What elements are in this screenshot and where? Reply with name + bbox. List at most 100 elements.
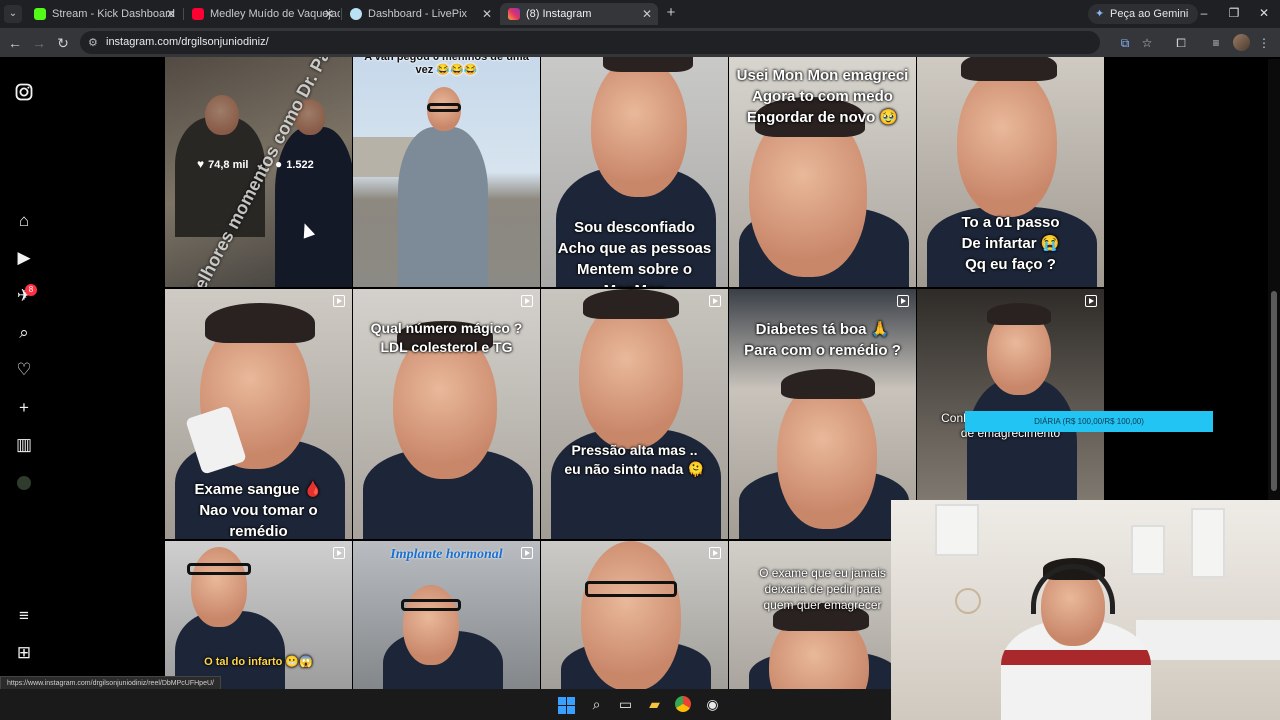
search-icon[interactable]: ⌕ bbox=[14, 323, 34, 343]
minimize-icon[interactable]: – bbox=[1196, 5, 1212, 21]
post-caption: To a 01 passo De infartar 😭 Qq eu faço ? bbox=[961, 214, 1060, 273]
task-view-icon[interactable]: ▭ bbox=[616, 695, 635, 714]
post-tile[interactable]: Implante hormonal bbox=[353, 541, 540, 697]
face bbox=[191, 547, 247, 627]
search-icon[interactable]: ⌕ bbox=[587, 695, 606, 714]
tab-title: Dashboard - LivePix bbox=[368, 8, 468, 20]
heart-icon: ♥ bbox=[197, 157, 205, 171]
create-icon[interactable]: + bbox=[14, 398, 34, 418]
post-tile[interactable]: Pressão alta mas .. eu não sinto nada 🫠 bbox=[541, 289, 728, 539]
forward-arrow-icon[interactable]: → bbox=[30, 34, 48, 52]
post-tile[interactable] bbox=[541, 541, 728, 697]
reels-icon[interactable]: ▶ bbox=[14, 248, 34, 268]
post-caption: Pressão alta mas .. eu não sinto nada 🫠 bbox=[564, 442, 705, 477]
kick-icon bbox=[34, 8, 46, 20]
post-tile[interactable]: O exame que eu jamais deixaria de pedir … bbox=[729, 541, 916, 697]
reading-list-icon[interactable]: ≡ bbox=[1208, 35, 1224, 51]
face bbox=[777, 379, 877, 529]
comments-count: 1.522 bbox=[286, 159, 314, 171]
address-url[interactable]: instagram.com/drgilsonjuniodiniz/ bbox=[106, 31, 269, 54]
glasses bbox=[401, 599, 461, 611]
obs-icon[interactable]: ◉ bbox=[703, 695, 722, 714]
person-silhouette bbox=[398, 127, 488, 287]
gemini-button-label: Peça ao Gemini bbox=[1110, 8, 1189, 20]
face bbox=[579, 299, 683, 449]
post-tile[interactable]: Exame sangue 🩸 Nao vou tomar o remédio V… bbox=[165, 289, 352, 539]
address-bar[interactable]: ⚙ instagram.com/drgilsonjuniodiniz/ bbox=[80, 31, 1100, 54]
donation-goal-bar: DIÁRIA (R$ 100,00/R$ 100,00) bbox=[965, 411, 1213, 432]
reel-icon bbox=[333, 547, 345, 559]
wall-frame bbox=[1131, 525, 1165, 575]
back-arrow-icon[interactable]: ← bbox=[6, 34, 24, 52]
close-icon[interactable]: ✕ bbox=[482, 3, 492, 25]
profile-avatar[interactable] bbox=[14, 473, 34, 493]
dashboard-icon[interactable]: ▥ bbox=[14, 435, 34, 455]
post-tile[interactable]: O tal do infarto 😬😱 bbox=[165, 541, 352, 697]
heart-icon[interactable]: ♡ bbox=[14, 360, 34, 380]
gemini-button[interactable]: ✦ Peça ao Gemini bbox=[1088, 4, 1199, 24]
post-tile[interactable]: Diabetes tá boa 🙏 Para com o remédio ? bbox=[729, 289, 916, 539]
bookmark-star-icon[interactable]: ☆ bbox=[1139, 35, 1155, 51]
tab-kick-dashboard[interactable]: Stream - Kick Dashboard ✕ bbox=[26, 3, 182, 25]
threads-icon[interactable]: ⊞ bbox=[14, 643, 34, 663]
tab-title: Medley Muído de Vaquejada - F bbox=[210, 8, 340, 20]
post-tile[interactable]: Sou desconfiado Acho que as pessoas Ment… bbox=[541, 57, 728, 287]
scrollbar-thumb[interactable] bbox=[1271, 291, 1277, 491]
post-caption: Diabetes tá boa 🙏 Para com o remédio ? bbox=[744, 321, 901, 359]
reel-icon bbox=[1085, 295, 1097, 307]
close-icon[interactable]: ✕ bbox=[166, 3, 176, 25]
reel-icon bbox=[333, 295, 345, 307]
browser-toolbar: ← → ↻ ⚙ instagram.com/drgilsonjuniodiniz… bbox=[0, 28, 1280, 57]
face bbox=[581, 541, 681, 691]
wall-frame bbox=[935, 504, 979, 556]
likes-count: 74,8 mil bbox=[208, 159, 249, 171]
post-caption: Usei Mon Mon emagreci Agora to com medo … bbox=[736, 67, 909, 126]
more-options-icon[interactable]: ⋮ bbox=[1256, 35, 1272, 51]
profile-avatar[interactable] bbox=[1233, 34, 1250, 51]
post-tile[interactable]: To a 01 passo De infartar 😭 Qq eu faço ? bbox=[917, 57, 1104, 287]
tab-title: (8) Instagram bbox=[526, 8, 592, 20]
hair bbox=[781, 369, 875, 399]
hair bbox=[603, 57, 693, 72]
post-tile[interactable]: Usei Mon Mon emagreci Agora to com medo … bbox=[729, 57, 916, 287]
translate-icon[interactable]: ⧉ bbox=[1117, 35, 1133, 51]
new-tab-button[interactable]: + bbox=[664, 5, 678, 21]
tab-instagram[interactable]: (8) Instagram ✕ bbox=[500, 3, 658, 25]
extensions-icon[interactable]: ⧠ bbox=[1173, 35, 1189, 51]
gemini-sparkle-icon: ✦ bbox=[1095, 8, 1105, 20]
post-tile[interactable]: Qual número mágico ? LDL colesterol e TG bbox=[353, 289, 540, 539]
restore-icon[interactable]: ❐ bbox=[1226, 5, 1242, 21]
tab-livepix-dashboard[interactable]: Dashboard - LivePix ✕ bbox=[342, 3, 498, 25]
screen: { "browser": { "tabs": [ {"title": "Stre… bbox=[0, 0, 1280, 720]
tab-search-chevron-icon[interactable]: ⌄ bbox=[4, 5, 22, 23]
close-window-icon[interactable]: ✕ bbox=[1256, 5, 1272, 21]
windows-start-icon[interactable] bbox=[558, 697, 575, 714]
reload-icon[interactable]: ↻ bbox=[54, 34, 72, 52]
close-icon[interactable]: ✕ bbox=[324, 3, 334, 25]
post-tile[interactable]: Melhores momentos como Dr. Parte 3 ♥ 74,8… bbox=[165, 57, 352, 287]
instagram-icon bbox=[508, 8, 520, 20]
tab-youtube-medley[interactable]: Medley Muído de Vaquejada - F ✕ bbox=[184, 3, 340, 25]
hair bbox=[205, 303, 315, 343]
likes-stat: ♥ 74,8 mil bbox=[197, 157, 248, 171]
wall-clock bbox=[955, 588, 981, 614]
post-caption: O exame que eu jamais deixaria de pedir … bbox=[759, 566, 886, 612]
instagram-logo-icon[interactable] bbox=[14, 83, 34, 103]
menu-icon[interactable]: ≡ bbox=[14, 606, 34, 626]
youtube-icon bbox=[192, 8, 204, 20]
file-explorer-icon[interactable]: ▰ bbox=[645, 695, 664, 714]
face bbox=[957, 67, 1057, 217]
post-caption: Implante hormonal bbox=[390, 547, 503, 562]
instagram-nav-rail: ⌂ ▶ ✈ 8 ⌕ ♡ + ▥ ≡ ⊞ bbox=[0, 57, 48, 720]
livepix-icon bbox=[350, 8, 362, 20]
post-caption: O tal do infarto 😬😱 bbox=[204, 656, 313, 668]
home-icon[interactable]: ⌂ bbox=[14, 211, 34, 231]
messages-icon[interactable]: ✈ 8 bbox=[14, 284, 37, 306]
chrome-icon[interactable] bbox=[674, 695, 693, 714]
notification-badge: 8 bbox=[25, 284, 37, 296]
reel-icon bbox=[897, 295, 909, 307]
post-tile[interactable]: A van pegou 6 meninos de uma vez 😂😂😂 bbox=[353, 57, 540, 287]
site-info-icon[interactable]: ⚙ bbox=[88, 36, 98, 49]
close-icon[interactable]: ✕ bbox=[642, 3, 652, 25]
browser-tab-strip: ⌄ Stream - Kick Dashboard ✕ Medley Muído… bbox=[0, 0, 1280, 28]
